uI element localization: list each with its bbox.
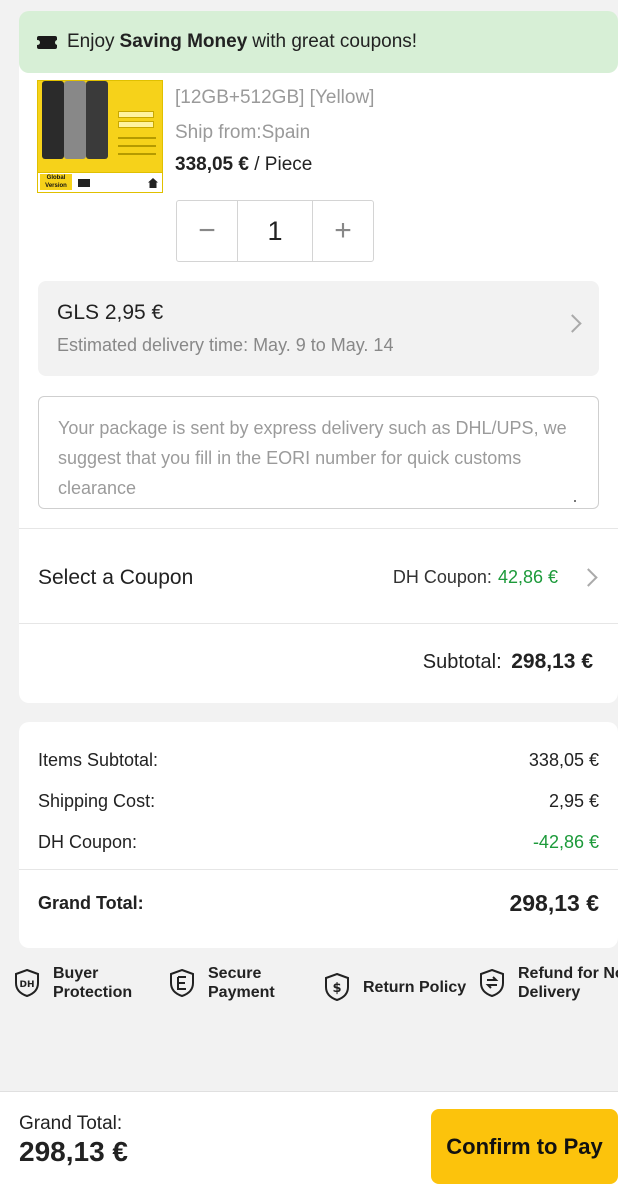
subtotal-label: Subtotal:: [422, 651, 502, 673]
e-shield-icon: [170, 969, 194, 997]
product-spec: [12GB+512GB] [Yellow]: [175, 87, 375, 108]
subtotal-value: 298,13 €: [511, 650, 593, 673]
dh-shield-icon: DH: [15, 969, 39, 997]
ticket-icon: [34, 35, 60, 49]
items-subtotal-label: Items Subtotal:: [38, 750, 159, 770]
product-image[interactable]: Global Version: [37, 80, 163, 193]
increase-quantity-button[interactable]: +: [313, 201, 373, 261]
return-policy-badge[interactable]: $ Return Policy: [324, 973, 466, 1001]
svg-text:$: $: [332, 981, 341, 996]
badge-line: Secure: [208, 965, 262, 982]
coupon-label: Select a Coupon: [38, 565, 194, 589]
phone-graphic: [42, 81, 64, 159]
svg-text:DH: DH: [19, 980, 34, 990]
grand-total-label: Grand Total:: [38, 893, 144, 913]
shipping-cost-label: Shipping Cost:: [38, 791, 156, 811]
quantity-stepper: − 1 +: [176, 200, 374, 262]
badge-line: Payment: [208, 984, 275, 1001]
banner-suffix: with great coupons!: [252, 31, 418, 52]
confirm-to-pay-button[interactable]: Confirm to Pay: [431, 1109, 618, 1184]
ship-from: Ship from:Spain: [175, 122, 311, 143]
grand-total-value: 298,13 €: [509, 890, 599, 916]
phone-graphic: [86, 81, 108, 159]
banner-prefix: Enjoy: [67, 31, 115, 52]
truck-icon: [78, 179, 90, 187]
price-unit: / Piece: [248, 154, 313, 175]
items-subtotal-value: 338,05 €: [528, 750, 599, 770]
buyer-protection-badge[interactable]: DH Buyer Protection: [14, 964, 132, 1002]
dollar-shield-icon: $: [325, 973, 349, 1001]
trust-badges: DH Buyer Protection Secure Payment $ Retur…: [0, 960, 618, 1020]
divider: [19, 528, 618, 529]
price-value: 338,05 €: [175, 154, 249, 175]
footer-grand-total-label: Grand Total:: [19, 1113, 123, 1134]
divider: [19, 869, 618, 870]
delivery-estimate: Estimated delivery time: May. 9 to May. …: [57, 335, 394, 355]
shipping-cost-row: Shipping Cost: 2,95 €: [38, 791, 599, 812]
quantity-input[interactable]: 1: [237, 201, 313, 261]
unit-price: 338,05 € / Piece: [175, 154, 312, 176]
item-subtotal: Subtotal: 298,13 €: [423, 650, 593, 674]
grand-total-row: Grand Total: 298,13 €: [38, 890, 599, 917]
shipping-cost-value: 2,95 €: [548, 791, 599, 811]
divider: [19, 623, 618, 624]
badge-line: Buyer: [53, 965, 99, 982]
refund-badge[interactable]: Refund for No Delivery: [479, 964, 618, 1002]
badge-line: Delivery: [518, 984, 581, 1001]
phone-graphic: [64, 81, 86, 159]
coupon-banner[interactable]: Enjoy Saving Money with great coupons!: [19, 11, 618, 73]
shipping-method-selector[interactable]: GLS 2,95 € Estimated delivery time: May.…: [38, 281, 599, 376]
footer-grand-total-value: 298,13 €: [19, 1136, 128, 1167]
refund-shield-icon: [480, 969, 504, 997]
coupon-info: DH Coupon: 42,86 €: [393, 567, 599, 588]
coupon-discount-label: DH Coupon:: [38, 832, 138, 852]
coupon-name: DH Coupon:: [392, 567, 492, 587]
badge-line: Protection: [53, 984, 133, 1001]
order-summary-card: Items Subtotal: 338,05 € Shipping Cost: …: [19, 722, 618, 948]
secure-payment-badge[interactable]: Secure Payment: [169, 964, 275, 1002]
items-subtotal-row: Items Subtotal: 338,05 €: [38, 750, 599, 771]
coupon-discount-value: -42,86 €: [532, 832, 599, 852]
resize-handle-icon: [574, 500, 576, 502]
badge-line: Return Policy: [363, 978, 467, 996]
shipping-method: GLS 2,95 €: [57, 301, 164, 324]
order-item-card: Global Version [12GB+512GB] [Yellow] Shi…: [19, 60, 618, 703]
badge-line: Refund for No: [518, 965, 618, 982]
coupon-amount: 42,86 €: [497, 567, 558, 587]
coupon-discount-row: DH Coupon: -42,86 €: [38, 832, 599, 853]
global-version-label: Global Version: [40, 174, 72, 190]
eori-textarea[interactable]: Your package is sent by express delivery…: [38, 396, 599, 509]
coupon-selector[interactable]: Select a Coupon DH Coupon: 42,86 €: [38, 549, 599, 606]
banner-highlight: Saving Money: [119, 31, 248, 52]
decrease-quantity-button[interactable]: −: [177, 201, 237, 261]
eori-placeholder: Your package is sent by express delivery…: [58, 418, 567, 498]
chevron-right-icon: [579, 568, 598, 587]
checkout-bar: Grand Total: 298,13 € Confirm to Pay: [0, 1091, 618, 1200]
